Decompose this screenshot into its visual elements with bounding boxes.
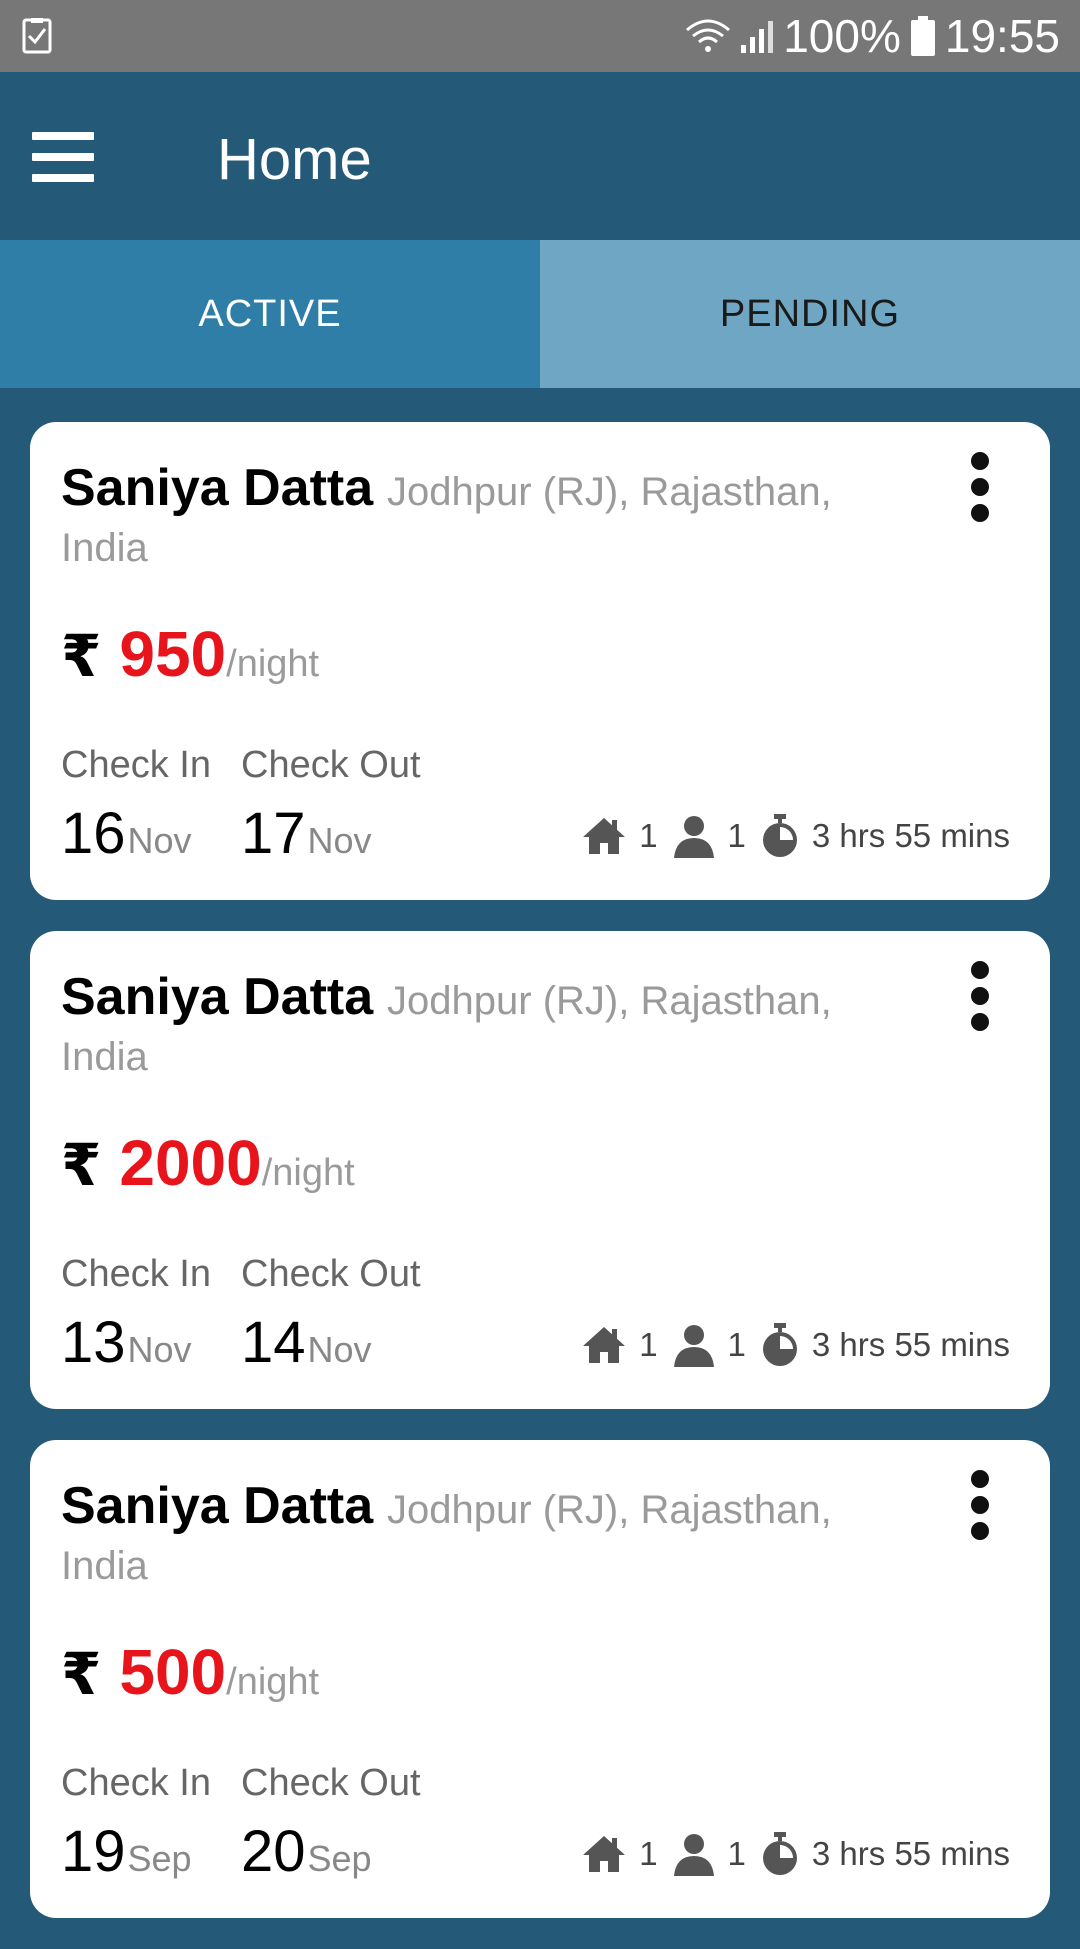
rooms-count: 1	[639, 1326, 658, 1363]
person-icon	[673, 1325, 714, 1367]
currency-symbol: ₹	[61, 624, 102, 689]
checkin-day: 13	[61, 1310, 126, 1375]
tab-pending[interactable]: PENDING	[540, 240, 1080, 388]
checkin-month: Sep	[127, 1838, 192, 1879]
timer-icon	[762, 814, 797, 857]
home-icon	[583, 1327, 626, 1363]
booking-header: Saniya Datta Jodhpur (RJ), Rajasthan, In…	[61, 462, 911, 574]
person-icon	[673, 816, 714, 858]
more-options-icon[interactable]	[968, 1470, 992, 1540]
status-bar: 100% 19:55	[0, 0, 1080, 72]
page-title: Home	[217, 127, 372, 192]
duration: 3 hrs 55 mins	[811, 817, 1010, 854]
wifi-icon	[686, 19, 731, 52]
booking-header: Saniya Datta Jodhpur (RJ), Rajasthan, In…	[61, 971, 911, 1083]
home-icon	[583, 1836, 626, 1872]
booking-meta: 1 1 3 hrs 55 mins	[581, 1832, 1010, 1876]
price-unit: /night	[226, 643, 320, 685]
status-indicators: 100% 19:55	[685, 8, 1060, 64]
checkin-month: Nov	[127, 1329, 192, 1370]
checkout-day: 14	[241, 1310, 306, 1375]
checkout-day: 17	[241, 801, 306, 866]
checkout-month: Nov	[307, 820, 372, 861]
price-unit: /night	[261, 1152, 355, 1194]
checkin-label: Check In	[61, 744, 211, 786]
hamburger-menu-icon[interactable]	[32, 132, 94, 182]
signal-icon	[741, 21, 774, 53]
checkout-date: 17 Nov	[241, 800, 372, 867]
checkout-day: 20	[241, 1819, 306, 1884]
checkin-date: 16 Nov	[61, 800, 192, 867]
battery-icon	[910, 16, 935, 56]
booking-meta: 1 1 3 hrs 55 mins	[581, 1323, 1010, 1367]
price-amount: 2000	[119, 1127, 262, 1199]
booking-list: Saniya Datta Jodhpur (RJ), Rajasthan, In…	[30, 422, 1050, 1949]
price: ₹ 950 /night	[61, 617, 319, 691]
price-amount: 500	[119, 1636, 227, 1708]
more-options-icon[interactable]	[968, 961, 992, 1031]
person-icon	[673, 1834, 714, 1876]
guests-count: 1	[727, 1326, 746, 1363]
tab-active[interactable]: ACTIVE	[0, 240, 540, 388]
checkout-label: Check Out	[241, 744, 421, 786]
home-icon	[583, 818, 626, 854]
guest-name: Saniya Datta	[61, 968, 374, 1026]
checkin-date: 19 Sep	[61, 1818, 192, 1885]
app-bar: Home	[0, 72, 1080, 240]
checkin-label: Check In	[61, 1762, 211, 1804]
booking-card[interactable]: Saniya Datta Jodhpur (RJ), Rajasthan, In…	[30, 1440, 1050, 1918]
checkout-date: 14 Nov	[241, 1309, 372, 1376]
price: ₹ 500 /night	[61, 1635, 319, 1709]
timer-icon	[762, 1832, 797, 1875]
tab-bar: ACTIVE PENDING	[0, 240, 1080, 388]
guest-name: Saniya Datta	[61, 459, 374, 517]
checkout-month: Sep	[307, 1838, 372, 1879]
timer-icon	[762, 1323, 797, 1366]
checkin-label: Check In	[61, 1253, 211, 1295]
checkin-date: 13 Nov	[61, 1309, 192, 1376]
currency-symbol: ₹	[61, 1642, 102, 1707]
guests-count: 1	[727, 1835, 746, 1872]
duration: 3 hrs 55 mins	[811, 1835, 1010, 1872]
price-unit: /night	[226, 1661, 320, 1703]
price-amount: 950	[119, 618, 227, 690]
currency-symbol: ₹	[61, 1133, 102, 1198]
battery-percent: 100%	[783, 10, 901, 62]
more-options-icon[interactable]	[968, 452, 992, 522]
rooms-count: 1	[639, 817, 658, 854]
checklist-notification-icon	[22, 18, 52, 54]
checkin-month: Nov	[127, 820, 192, 861]
duration: 3 hrs 55 mins	[811, 1326, 1010, 1363]
guest-name: Saniya Datta	[61, 1477, 374, 1535]
rooms-count: 1	[639, 1835, 658, 1872]
booking-card[interactable]: Saniya Datta Jodhpur (RJ), Rajasthan, In…	[30, 422, 1050, 900]
guests-count: 1	[727, 817, 746, 854]
checkin-day: 16	[61, 801, 126, 866]
price: ₹ 2000 /night	[61, 1126, 355, 1200]
booking-header: Saniya Datta Jodhpur (RJ), Rajasthan, In…	[61, 1480, 911, 1592]
booking-meta: 1 1 3 hrs 55 mins	[581, 814, 1010, 858]
checkout-date: 20 Sep	[241, 1818, 372, 1885]
checkout-label: Check Out	[241, 1762, 421, 1804]
checkout-label: Check Out	[241, 1253, 421, 1295]
clock: 19:55	[944, 10, 1060, 62]
checkin-day: 19	[61, 1819, 126, 1884]
booking-card[interactable]: Saniya Datta Jodhpur (RJ), Rajasthan, In…	[30, 931, 1050, 1409]
checkout-month: Nov	[307, 1329, 372, 1370]
